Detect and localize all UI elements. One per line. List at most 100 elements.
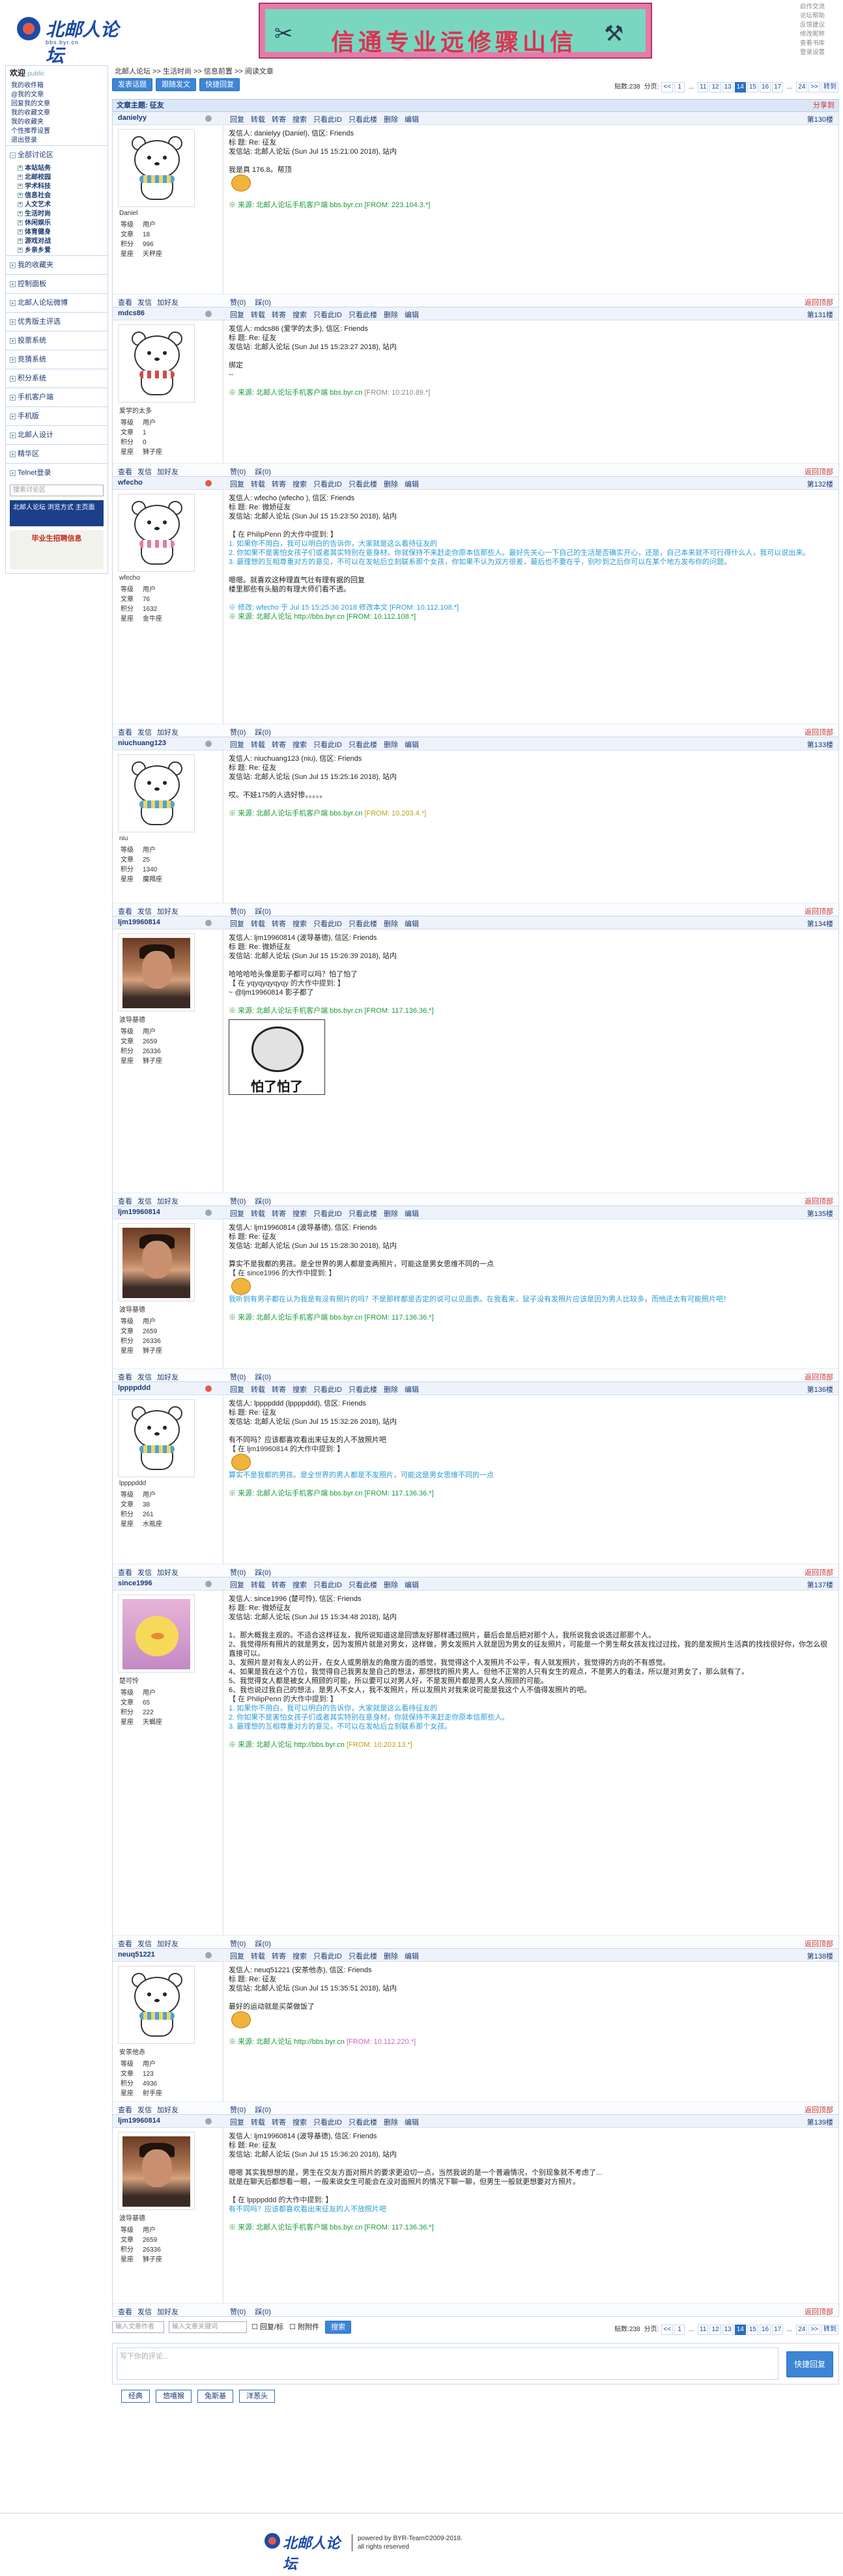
foot-action[interactable]: 加好友 — [157, 1198, 179, 1206]
post-floor[interactable]: 第137楼 — [807, 1579, 833, 1590]
source-text[interactable]: ※ 来源: 北邮人论坛手机客户端 bbs.byr.cn — [229, 810, 362, 817]
post-username[interactable]: ljm19960814 — [118, 918, 160, 926]
expand-icon[interactable]: + — [18, 220, 23, 226]
post-action-6[interactable]: 删除 — [384, 1386, 398, 1394]
sidebar-ad-jobs[interactable]: 毕业生招聘信息 — [10, 530, 104, 569]
post-action-2[interactable]: 转寄 — [272, 2119, 286, 2127]
vote-button[interactable]: 踩(0) — [255, 1198, 270, 1206]
foot-action[interactable]: 加好友 — [157, 299, 179, 307]
post-action-7[interactable]: 编辑 — [405, 920, 419, 928]
foot-action[interactable]: 发信 — [137, 2106, 152, 2114]
reply-textarea[interactable]: 写下你的评论... — [117, 2347, 779, 2380]
pager-page[interactable]: 13 — [722, 82, 734, 92]
board-item[interactable]: + 人文艺术 — [6, 201, 107, 210]
top-link[interactable]: 反馈建议 — [800, 21, 839, 30]
sidebar-section[interactable]: + 手机客户端 — [6, 388, 107, 406]
attachment-checkbox[interactable]: ☐ 附附件 — [289, 2323, 319, 2331]
vote-button[interactable]: 踩(0) — [255, 299, 270, 307]
post-action-2[interactable]: 转寄 — [272, 1581, 286, 1589]
user-link[interactable]: 个性推荐设置 — [6, 127, 107, 136]
expand-icon[interactable]: + — [18, 165, 23, 171]
post-action-0[interactable]: 回复 — [230, 1953, 244, 1960]
avatar[interactable] — [118, 129, 195, 207]
expand-icon[interactable]: + — [18, 175, 23, 180]
vote-button[interactable]: 踩(0) — [255, 1569, 270, 1577]
vote-button[interactable]: 踩(0) — [255, 1940, 270, 1948]
post-action-7[interactable]: 编辑 — [405, 116, 419, 124]
post-action-1[interactable]: 转载 — [251, 1210, 265, 1218]
foot-action[interactable]: 加好友 — [157, 729, 179, 737]
pager-page[interactable]: 24 — [796, 2325, 808, 2335]
top-link[interactable]: 论坛帮助 — [800, 12, 839, 21]
back-to-top-link[interactable]: 返回顶部 — [805, 297, 833, 307]
sidebar-section[interactable]: + Telnet登录 — [6, 463, 107, 482]
foot-action[interactable]: 发信 — [137, 2308, 152, 2316]
post-action-4[interactable]: 只看此ID — [313, 741, 342, 749]
sidebar-section[interactable]: + 北邮人论坛微博 — [6, 293, 107, 312]
post-action-5[interactable]: 只看此楼 — [349, 311, 377, 319]
post-action-1[interactable]: 转载 — [251, 116, 265, 124]
post-floor[interactable]: 第134楼 — [807, 918, 833, 929]
post-floor[interactable]: 第136楼 — [807, 1384, 833, 1394]
source-text[interactable]: ※ 来源: 北邮人论坛手机客户端 bbs.byr.cn — [229, 1490, 362, 1497]
post-action-0[interactable]: 回复 — [230, 920, 244, 928]
post-action-6[interactable]: 删除 — [384, 1953, 398, 1960]
expand-icon[interactable]: + — [10, 337, 16, 344]
banner-ad[interactable]: ✂ ⚒ 信通专业远修骤山信 — [259, 3, 652, 59]
post-username[interactable]: niuchuang123 — [118, 739, 166, 747]
source-text[interactable]: ※ 来源: 北邮人论坛 http://bbs.byr.cn — [229, 613, 345, 621]
back-to-top-link[interactable]: 返回顶部 — [805, 1196, 833, 1206]
top-link[interactable]: 查看书库 — [800, 39, 839, 48]
board-item[interactable]: + 乡亲乡爱 — [6, 246, 107, 255]
sidebar-section[interactable]: + 我的收藏夹 — [6, 255, 107, 274]
post-action-5[interactable]: 只看此楼 — [349, 1210, 377, 1218]
foot-action[interactable]: 发信 — [137, 1374, 152, 1381]
source-text[interactable]: ※ 来源: 北邮人论坛手机客户端 bbs.byr.cn — [229, 2224, 362, 2231]
foot-action[interactable]: 发信 — [137, 1940, 152, 1948]
post-action-1[interactable]: 转载 — [251, 481, 265, 488]
expand-icon[interactable]: + — [18, 238, 23, 244]
post-action-5[interactable]: 只看此楼 — [349, 1953, 377, 1960]
pager-next[interactable]: >> — [808, 82, 820, 92]
post-floor[interactable]: 第130楼 — [807, 114, 833, 124]
post-action-7[interactable]: 编辑 — [405, 2119, 419, 2127]
post-action-4[interactable]: 只看此ID — [313, 481, 342, 488]
post-action-1[interactable]: 转载 — [251, 311, 265, 319]
post-action-6[interactable]: 删除 — [384, 116, 398, 124]
foot-action[interactable]: 查看 — [118, 1374, 132, 1381]
back-to-top-link[interactable]: 返回顶部 — [805, 2104, 833, 2115]
author-search-input[interactable]: 输入文章作者 — [112, 2321, 164, 2334]
vote-button[interactable]: 踩(0) — [255, 468, 270, 476]
expand-icon[interactable]: + — [10, 318, 16, 325]
vote-button[interactable]: 踩(0) — [255, 1374, 270, 1381]
post-action-2[interactable]: 转寄 — [272, 1953, 286, 1960]
post-username[interactable]: mdcs86 — [118, 309, 145, 317]
post-action-6[interactable]: 删除 — [384, 1210, 398, 1218]
expand-icon[interactable]: + — [10, 300, 16, 306]
foot-action[interactable]: 加好友 — [157, 2106, 179, 2114]
board-item[interactable]: + 游戏对战 — [6, 237, 107, 246]
expand-icon[interactable]: + — [18, 184, 23, 190]
post-action-1[interactable]: 转载 — [251, 1581, 265, 1589]
pager-page[interactable]: 15 — [747, 2325, 758, 2335]
vote-button[interactable]: 踩(0) — [255, 908, 270, 916]
foot-action[interactable]: 查看 — [118, 468, 132, 476]
foot-action[interactable]: 发信 — [137, 299, 152, 307]
post-action-3[interactable]: 搜索 — [293, 920, 307, 928]
pager-page[interactable]: 12 — [709, 82, 721, 92]
new-topic-button[interactable]: 发表话题 — [112, 78, 152, 91]
expand-icon[interactable]: + — [10, 281, 16, 287]
foot-action[interactable]: 查看 — [118, 2106, 132, 2114]
pager-page[interactable]: 13 — [722, 2325, 734, 2335]
expand-icon[interactable]: + — [10, 262, 16, 268]
post-action-5[interactable]: 只看此楼 — [349, 481, 377, 488]
board-item[interactable]: + 学术科技 — [6, 182, 107, 191]
keyword-search-input[interactable]: 输入文章关键词 — [169, 2321, 248, 2334]
foot-action[interactable]: 发信 — [137, 1198, 152, 1206]
foot-action[interactable]: 查看 — [118, 1198, 132, 1206]
post-action-4[interactable]: 只看此ID — [313, 1386, 342, 1394]
expand-icon[interactable]: + — [18, 229, 23, 235]
back-to-top-link[interactable]: 返回顶部 — [805, 1938, 833, 1949]
pager-page[interactable]: 14 — [734, 2325, 746, 2335]
foot-action[interactable]: 加好友 — [157, 908, 179, 916]
